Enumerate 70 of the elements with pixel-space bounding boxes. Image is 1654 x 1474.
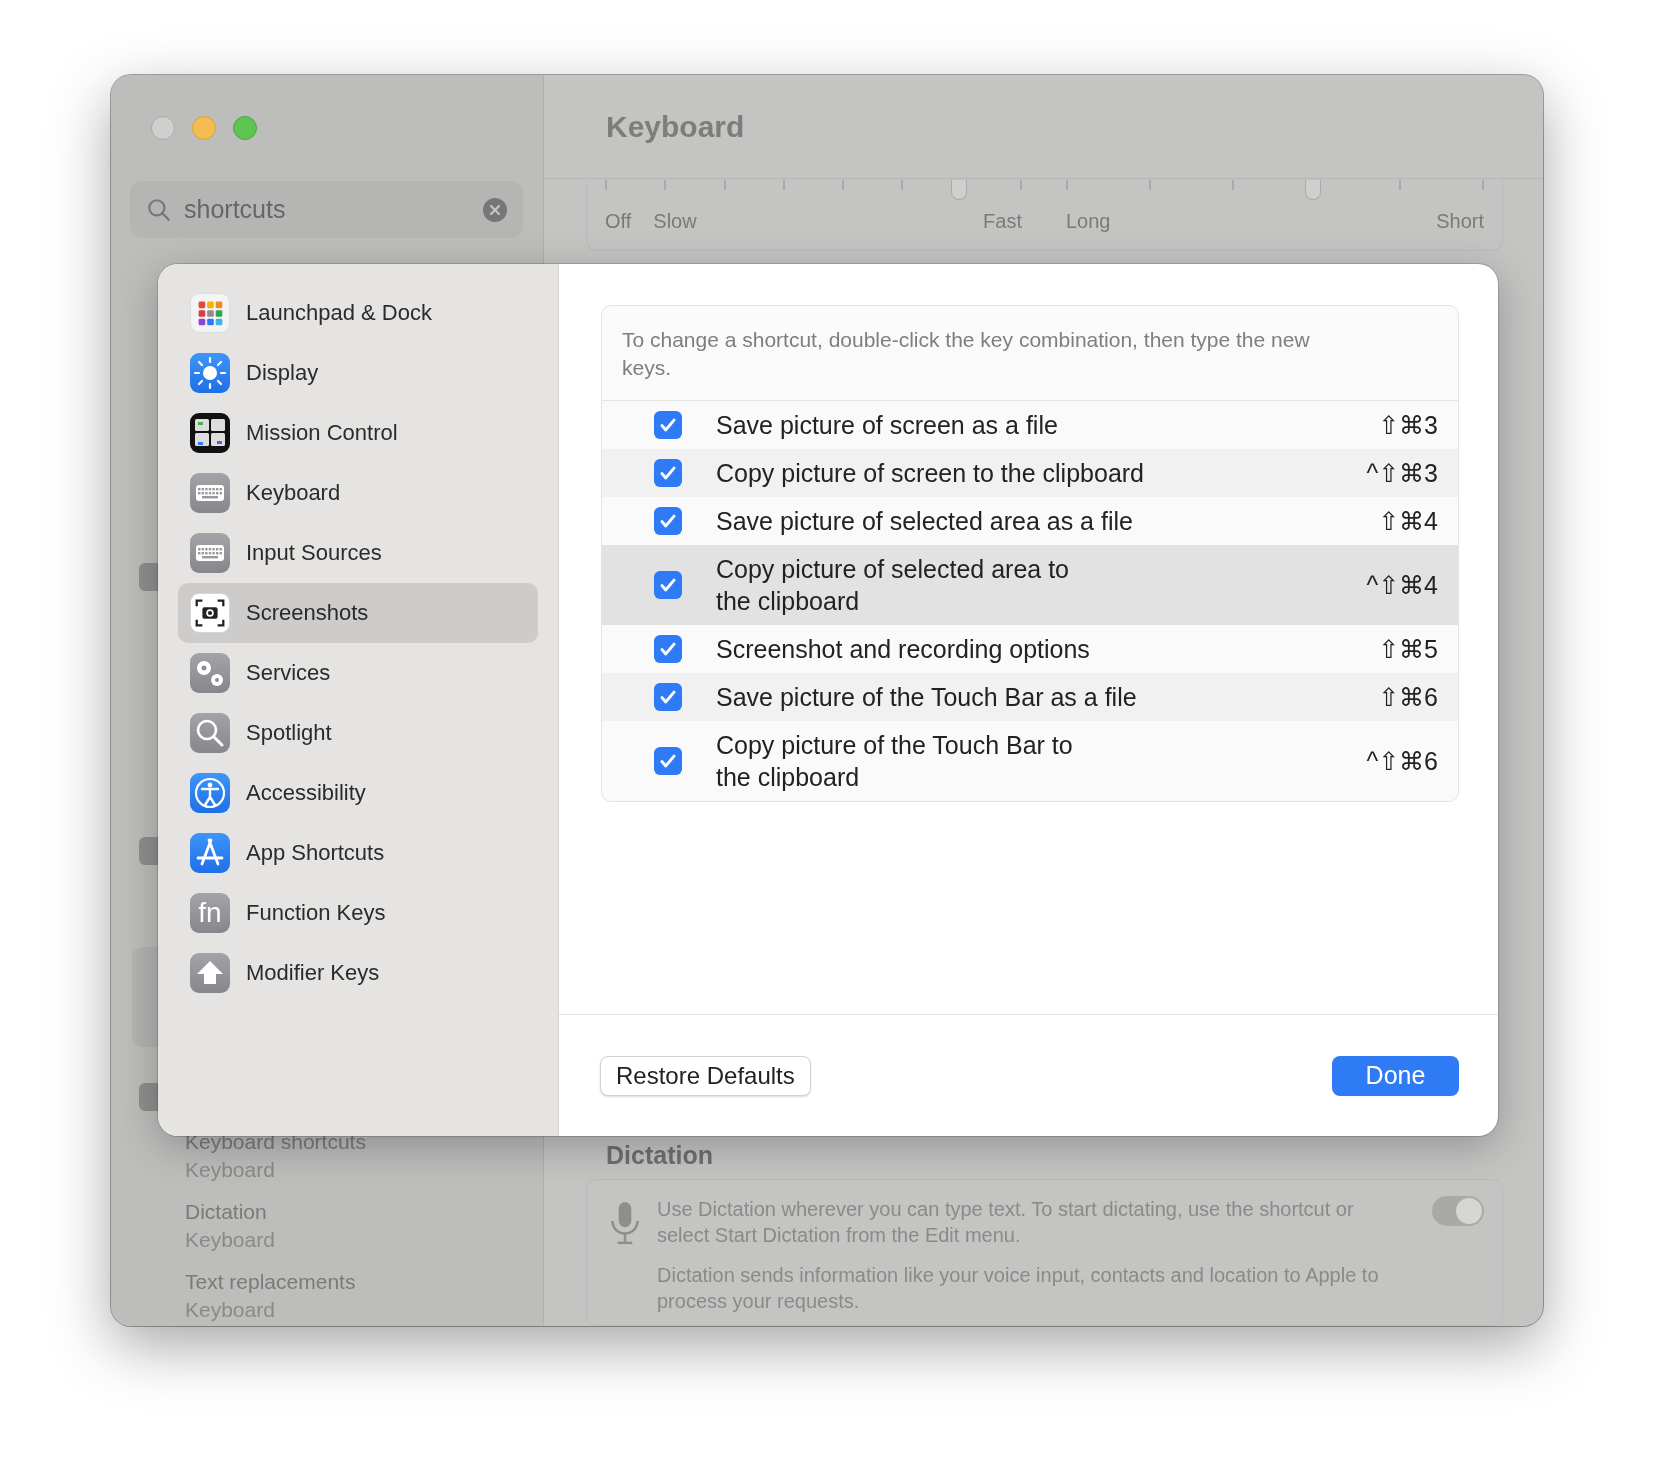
sidebar-item[interactable]: Mission Control [178,403,538,463]
checkbox[interactable] [654,411,682,439]
zoom-button[interactable] [233,116,257,140]
sidebar-item[interactable]: Keyboard [178,463,538,523]
shortcut-label: Copy picture of screen to the clipboard [716,458,1145,489]
key-combination[interactable]: ⇧⌘6 [1378,682,1438,712]
sun-icon [190,353,230,393]
windows-icon [190,413,230,453]
camera-icon [190,593,230,633]
checkbox[interactable] [654,747,682,775]
slider-track[interactable] [1066,180,1484,200]
shortcut-row[interactable]: Copy picture of selected area to the clipboard ^⇧⌘4 [602,545,1458,625]
fn-icon: fn [190,893,230,933]
sidebar-item[interactable]: Spotlight [178,703,538,763]
sidebar-item[interactable]: Launchpad & Dock [178,283,538,343]
grid-icon [190,293,230,333]
key-combination[interactable]: ⇧⌘5 [1378,634,1438,664]
search-icon [146,196,172,223]
slider-thumb[interactable] [1304,180,1321,200]
sidebar-item[interactable]: fn Function Keys [178,883,538,943]
sidebar-item[interactable]: Accessibility [178,763,538,823]
section-heading: Dictation [606,1141,714,1171]
slider-track[interactable] [605,180,1022,200]
done-button[interactable]: Done [1332,1055,1459,1096]
shortcut-label: Screenshot and recording options [716,634,1091,665]
key-combination[interactable]: ^⇧⌘6 [1366,746,1438,776]
keyboard-icon [190,473,230,513]
minimize-button[interactable] [192,116,216,140]
slider-label: Long [1066,210,1111,233]
close-button[interactable] [151,116,175,140]
slider-label: Slow [653,210,697,233]
window-title: Keyboard [606,109,745,144]
checkbox[interactable] [654,635,682,663]
microphone-icon [609,1200,641,1246]
checkbox[interactable] [654,571,682,599]
checkbox[interactable] [654,507,682,535]
shortcut-label: Save picture of screen as a file [716,410,1059,441]
key-combination[interactable]: ^⇧⌘3 [1366,458,1438,488]
search-icon [190,713,230,753]
person-icon [190,773,230,813]
slider-label: Fast [983,210,1022,233]
shortcut-label: Save picture of selected area as a file [716,506,1134,537]
shortcut-row[interactable]: Copy picture of screen to the clipboard ^⇧⌘3 [602,449,1458,497]
dictation-note: Dictation sends information like your voice input, contacts and location to Apple to process your requests. [657,1263,1380,1314]
clear-icon[interactable] [483,197,507,222]
checkbox[interactable] [654,683,682,711]
sidebar-item[interactable]: App Shortcuts [178,823,538,883]
arrow-up-icon [190,953,230,993]
keyboard-icon [190,533,230,573]
key-combination[interactable]: ⇧⌘4 [1378,506,1438,536]
sidebar-item[interactable]: Screenshots [178,583,538,643]
checkbox[interactable] [654,459,682,487]
shortcut-row[interactable]: Save picture of the Touch Bar as a file ⇧⌘6 [602,673,1458,721]
letter-a-icon [190,833,230,873]
sidebar-item[interactable]: Modifier Keys [178,943,538,1003]
shortcut-label: Copy picture of selected area to the clipboard [716,554,1070,617]
restore-defaults-button[interactable]: Restore Defaults [600,1055,811,1096]
dictation-description: Use Dictation wherever you can type text. To start dictating, use the shortcut or select Start Dictation from the Edit menu. [657,1197,1355,1248]
shortcut-label: Save picture of the Touch Bar as a file [716,682,1138,713]
shortcut-label: Copy picture of the Touch Bar to the clipboard [716,730,1074,793]
slider-label: Off [605,210,632,233]
key-combination[interactable]: ^⇧⌘4 [1366,570,1438,600]
gears-icon [190,653,230,693]
slider-thumb[interactable] [951,180,968,200]
slider-label: Short [1436,210,1484,233]
sidebar-item[interactable]: Display [178,343,538,403]
sidebar-item[interactable]: Input Sources [178,523,538,583]
dictation-toggle[interactable] [1432,1196,1484,1226]
sidebar-item[interactable]: Services [178,643,538,703]
key-combination[interactable]: ⇧⌘3 [1378,410,1438,440]
